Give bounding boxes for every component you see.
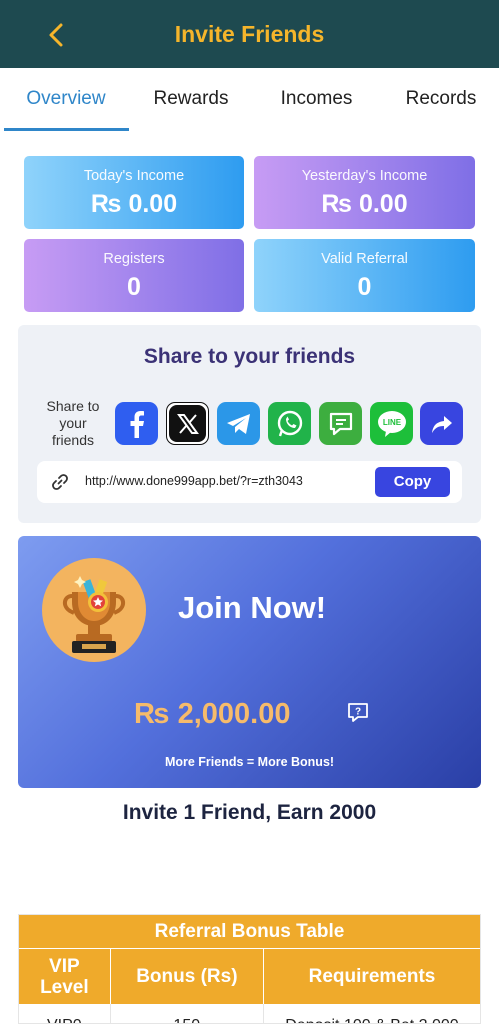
valid-referral-card: Valid Referral 0 (254, 239, 475, 312)
telegram-share-button[interactable] (217, 402, 260, 445)
share-arrow-icon (431, 415, 452, 433)
invite-earn-text: Invite 1 Friend, Earn 2000 (122, 801, 377, 824)
telegram-icon (226, 413, 250, 434)
share-panel: Share to your friends Share to your frie… (18, 325, 481, 523)
share-to-label: Share to your friends (46, 398, 100, 448)
facebook-share-button[interactable] (115, 402, 158, 445)
column-header-requirements: Requirements (308, 966, 436, 987)
tab-rewards[interactable]: Rewards (132, 68, 250, 132)
join-subtitle: More Friends = More Bonus! (164, 755, 335, 769)
bonus-amount: ₨ 2,000.00 (134, 698, 291, 730)
column-header-bonus: Bonus (Rs) (111, 949, 264, 1004)
tab-bar: Overview Rewards Incomes Records (0, 68, 499, 132)
column-header-vip-level: VIP Level (19, 949, 111, 1004)
table-cell-bonus: 150 (111, 1004, 264, 1023)
more-share-button[interactable] (420, 402, 463, 445)
yesterdays-income-card: Yesterday's Income ₨ 0.00 (254, 156, 475, 229)
link-icon (52, 474, 68, 490)
table-title: Referral Bonus Table (19, 915, 480, 948)
page-title: Invite Friends (174, 21, 325, 47)
referral-link-bar: http://www.done999app.bet/?r=zth3043 Cop… (37, 461, 462, 503)
join-now-banner: Join Now! ₨ 2,000.00 ? More Friends = Mo… (18, 536, 481, 788)
copy-button[interactable]: Copy (375, 467, 450, 497)
chevron-left-icon (49, 23, 63, 47)
x-icon (176, 413, 199, 434)
sms-share-button[interactable] (319, 402, 362, 445)
referral-link-text: http://www.done999app.bet/?r=zth3043 (85, 474, 303, 488)
yesterdays-income-label: Yesterday's Income (301, 168, 428, 184)
tab-overview[interactable]: Overview (0, 68, 132, 132)
table-header-row: VIP Level Bonus (Rs) Requirements (19, 948, 480, 1004)
line-icon: LINE (377, 410, 406, 437)
help-bubble-icon[interactable]: ? (346, 702, 370, 724)
tab-incomes[interactable]: Incomes (250, 68, 383, 132)
top-bar: Invite Friends (0, 0, 499, 68)
join-now-title: Join Now! (178, 590, 327, 625)
whatsapp-share-button[interactable] (268, 402, 311, 445)
trophy-icon (42, 558, 146, 662)
todays-income-value: ₨ 0.00 (90, 190, 178, 218)
table-row: VIP0 150 Deposit 100 & Bet 2,000 (19, 1004, 480, 1023)
whatsapp-icon (277, 410, 302, 436)
sms-icon (329, 412, 352, 435)
todays-income-label: Today's Income (83, 168, 185, 184)
table-cell-requirements: Deposit 100 & Bet 2,000 (264, 1004, 480, 1023)
tab-records[interactable]: Records (383, 68, 499, 132)
valid-referral-label: Valid Referral (321, 251, 408, 267)
registers-card: Registers 0 (24, 239, 244, 312)
active-tab-indicator (4, 128, 129, 131)
svg-text:LINE: LINE (382, 418, 401, 427)
registers-value: 0 (127, 273, 141, 301)
x-share-button[interactable] (166, 402, 209, 445)
valid-referral-value: 0 (357, 273, 372, 301)
line-share-button[interactable]: LINE (370, 402, 413, 445)
table-cell-vip: VIP0 (19, 1004, 111, 1023)
yesterdays-income-value: ₨ 0.00 (321, 190, 408, 218)
back-button[interactable] (42, 20, 70, 50)
todays-income-card: Today's Income ₨ 0.00 (24, 156, 244, 229)
registers-label: Registers (103, 251, 165, 267)
share-title: Share to your friends (143, 345, 356, 368)
facebook-icon (130, 410, 144, 438)
svg-text:?: ? (355, 707, 361, 718)
referral-bonus-table: Referral Bonus Table VIP Level Bonus (Rs… (18, 914, 481, 1024)
